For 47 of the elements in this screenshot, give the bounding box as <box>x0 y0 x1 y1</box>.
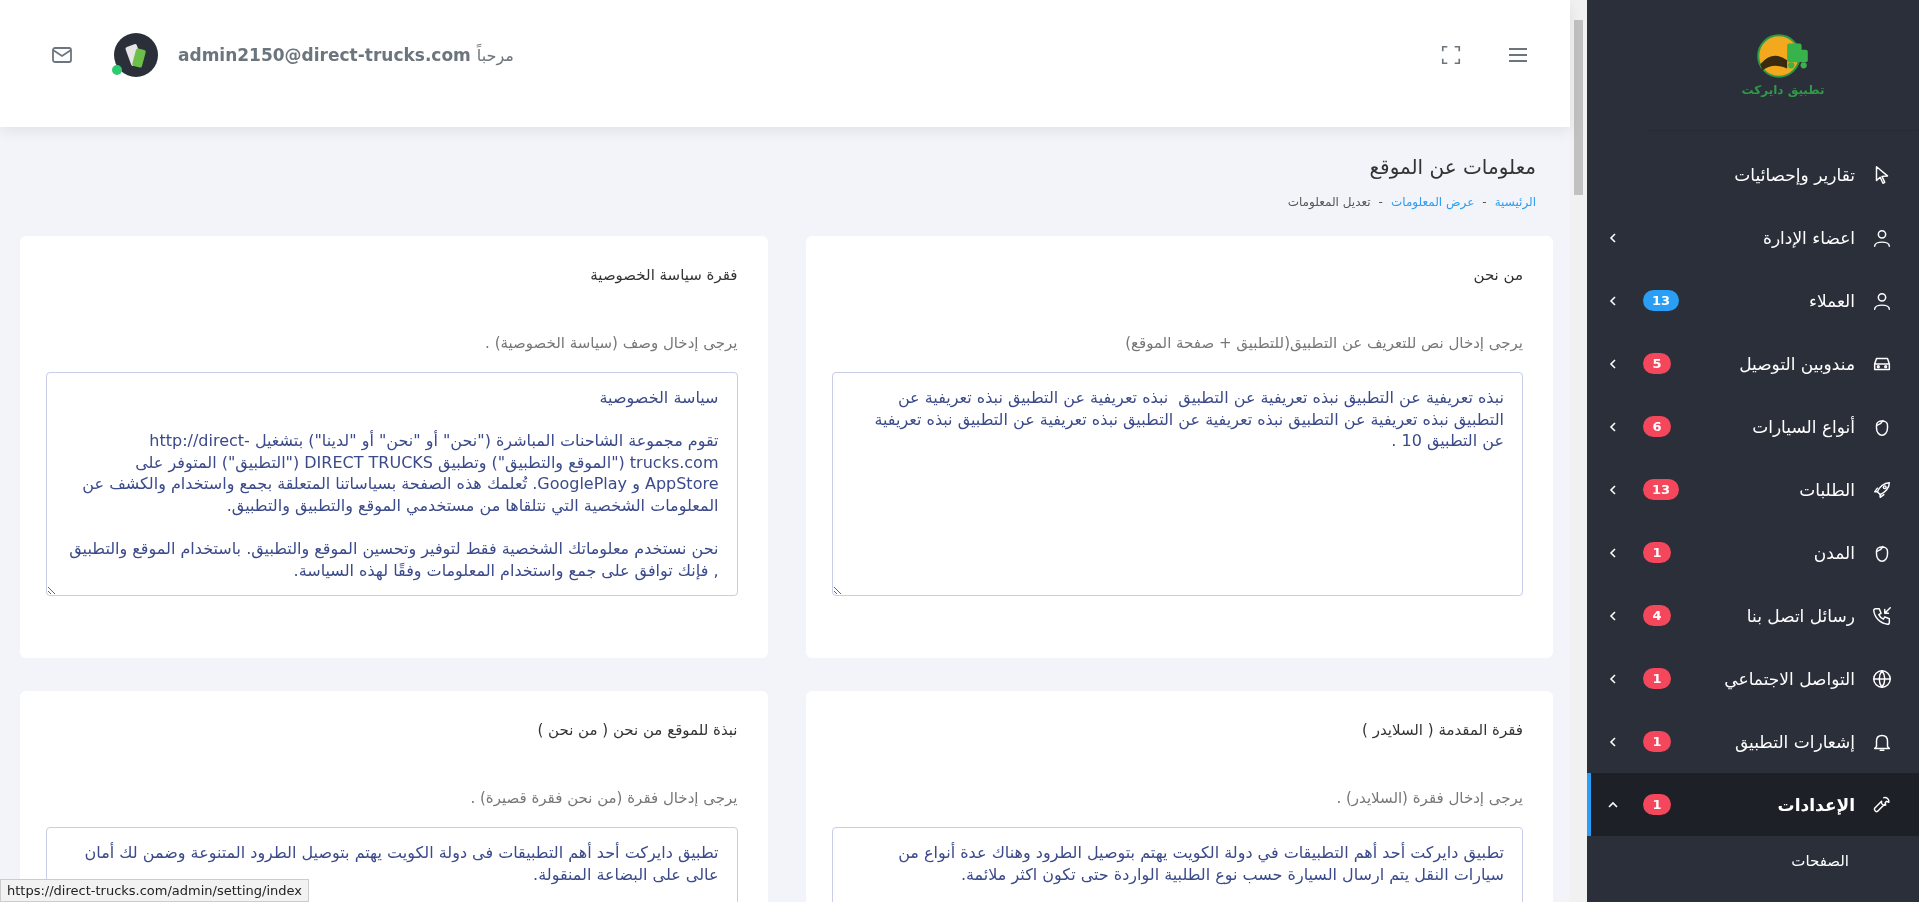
sidebar-label: الإعدادات <box>1777 794 1855 815</box>
field-label: يرجى إدخال فقرة (من نحن فقرة قصيرة) . <box>469 789 738 807</box>
sidebar-label: المدن <box>1813 542 1855 563</box>
breadcrumb-separator: - <box>1482 195 1487 209</box>
sidebar-label: اعضاء الإدارة <box>1763 227 1855 248</box>
count-badge: 1 <box>1643 542 1671 563</box>
count-badge: 6 <box>1643 416 1671 437</box>
fullscreen-icon[interactable] <box>1440 44 1462 66</box>
globe-icon <box>1871 667 1893 690</box>
sidebar-label: التواصل الاجتماعي <box>1724 668 1855 689</box>
count-badge: 1 <box>1643 668 1671 689</box>
logo-text: تطبيق دايركت <box>1741 83 1825 97</box>
sidebar-label: تقارير وإحصائيات <box>1734 164 1855 185</box>
page-title: معلومات عن الموقع <box>1368 155 1536 179</box>
phone-icon <box>1871 604 1893 627</box>
card-title: نبذة للموقع من نحن ( من نحن ) <box>536 721 738 739</box>
card-title: فقرة المقدمة ( السلايدر ) <box>1361 721 1523 739</box>
breadcrumb-current: تعديل المعلومات <box>1287 195 1371 209</box>
textarea-field[interactable]: سياسة الخصوصية تقوم مجموعة الشاحنات المباشرة ("نحن" أو "نحن" أو "لدينا") بتشغيل http://direct-trucks.com ("الموقع والتطبيق") وتطبيق DIRECT TRUCKS ("التطبيق") المتوفر على AppStore و GooglePlay. تُعلمك هذه الصفحة بسياساتنا المتعلقة بجمع واستخدام والكشف عن المعلومات الشخصية التي نتلقاها من مستخدمي الموقع والتطبيق والتطبيق. نحن نستخدم معلوماتك الشخصية فقط لتوفير وتحسين الموقع والتطبيق. باستخدام الموقع والتطبيق , فإنك توافق على جمع واستخدام المعلومات وفقًا لهذه السياسة. <box>46 372 738 596</box>
sidebar-label: العملاء <box>1808 290 1855 311</box>
sidebar-label: مندوبين التوصيل <box>1739 353 1855 374</box>
sidebar-label: أنواع السيارات <box>1752 416 1855 437</box>
sidebar-item[interactable]: تقارير وإحصائيات <box>1587 143 1919 206</box>
count-badge: 1 <box>1643 731 1671 752</box>
sidebar-item[interactable]: اعضاء الإدارة <box>1587 206 1919 269</box>
status-url: https://direct-trucks.com/admin/setting/index <box>0 879 309 902</box>
field-label: يرجى إدخال نص للتعريف عن التطبيق(للتطبيق + صفحة الموقع) <box>1124 334 1523 352</box>
textarea-field[interactable]: نبذه تعريفية عن التطبيق نبذه تعريفية عن التطبيق نبذه تعريفية عن التطبيق نبذه تعريفية عن التطبيق نبذه تعريفية عن التطبيق نبذه تعريفية عن التطبيق نبذه تعريفية عن التطبيق نبذه تعريفية عن التطبيق 10 . <box>831 372 1523 596</box>
field-label: يرجى إدخال فقرة (السلايدر) . <box>1335 789 1523 807</box>
scrollbar[interactable] <box>1570 0 1587 902</box>
count-badge: 13 <box>1643 479 1680 500</box>
breadcrumb-separator: - <box>1378 195 1383 209</box>
count-badge: 1 <box>1643 794 1671 815</box>
card-title: من نحن <box>1472 266 1523 284</box>
count-badge: 13 <box>1643 290 1680 311</box>
field-label: يرجى إدخال وصف (سياسة الخصوصية) . <box>484 334 738 352</box>
greeting-text: مرحباً <box>476 45 514 65</box>
user-email: admin2150@direct-trucks.com <box>178 45 471 65</box>
sidebar-label: الطلبات <box>1799 479 1855 500</box>
sidebar-label: إشعارات التطبيق <box>1734 731 1855 752</box>
avatar[interactable] <box>114 33 158 77</box>
count-badge: 5 <box>1643 353 1671 374</box>
textarea-field[interactable]: تطبيق دايركت أحد أهم التطبيقات في دولة الكويت يهتم بتوصيل الطرود وهناك عدة أنواع من سيارات النقل يتم ارسال السيارة حسب نوع الطلبية الواردة حتى تكون اكثر ملائمة. <box>831 827 1523 902</box>
sidebar-label: رسائل اتصل بنا <box>1746 605 1855 626</box>
submenu-item[interactable]: الصفحات <box>1587 836 1919 886</box>
count-badge: 4 <box>1643 605 1671 626</box>
card-title: فقرة سياسة الخصوصية <box>589 266 738 284</box>
